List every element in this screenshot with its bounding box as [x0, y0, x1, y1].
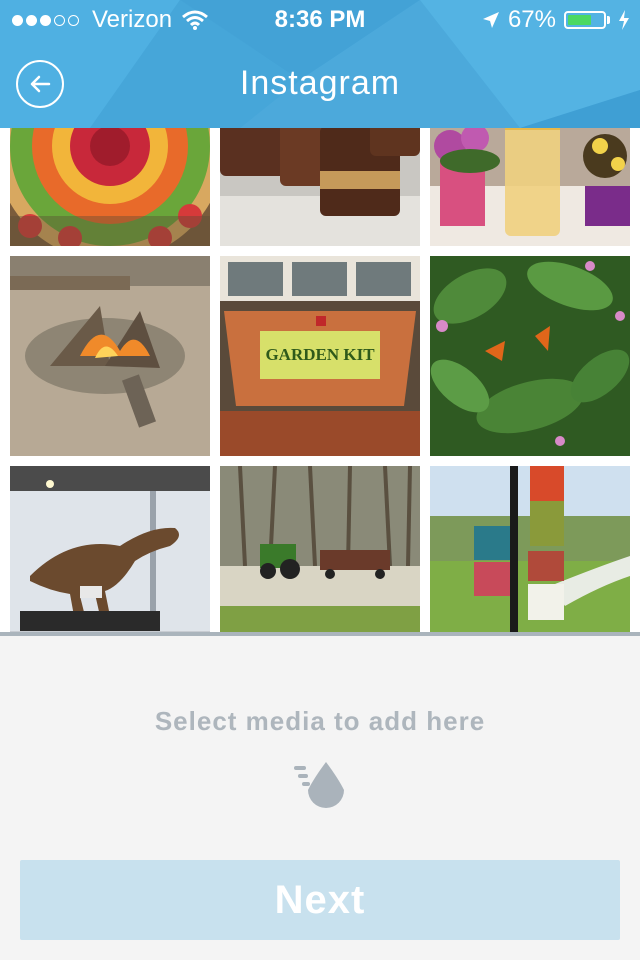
- charging-bolt-icon: [619, 10, 629, 30]
- battery-icon: [564, 11, 610, 29]
- photo-tile[interactable]: [220, 128, 420, 246]
- photo-campfire: [10, 256, 210, 456]
- water-drop-icon: [294, 762, 344, 808]
- status-bar: Verizon 8:36 PM 67%: [0, 0, 640, 40]
- next-button[interactable]: Next: [20, 860, 620, 940]
- photo-tile[interactable]: GARDEN KIT: [220, 256, 420, 456]
- location-arrow-icon: [482, 12, 499, 28]
- battery-percentage: 67%: [507, 6, 556, 33]
- garden-kit-label: GARDEN KIT: [265, 345, 375, 364]
- header: Verizon 8:36 PM 67% Instagram: [0, 0, 640, 128]
- photo-fruit-tart: [10, 128, 210, 246]
- photo-tile[interactable]: [430, 466, 630, 632]
- photo-tractor-hayride: [220, 466, 420, 632]
- navigation-bar: Instagram: [0, 40, 640, 128]
- photo-tile[interactable]: [220, 466, 420, 632]
- photo-tile[interactable]: [430, 256, 630, 456]
- photo-tile[interactable]: [10, 256, 210, 456]
- photo-tile[interactable]: [430, 128, 630, 246]
- selection-panel[interactable]: Select media to add here Next: [0, 636, 640, 960]
- empty-selection-hint: Select media to add here: [154, 706, 486, 736]
- battery-level-fill: [568, 15, 591, 25]
- photo-butterflies-on-plants: [430, 256, 630, 456]
- media-grid: GARDEN KIT: [10, 128, 630, 632]
- photo-dinosaur-exhibit: [10, 466, 210, 632]
- page-title: Instagram: [239, 64, 401, 102]
- media-grid-scroll-area[interactable]: GARDEN KIT: [0, 128, 640, 632]
- photo-tile[interactable]: [10, 128, 210, 246]
- photo-chocolate-bars: [220, 128, 420, 246]
- photo-park-signs: [430, 466, 630, 632]
- photo-tile[interactable]: [10, 466, 210, 632]
- photo-flowers-and-drink: [430, 128, 630, 246]
- photo-garden-kit-box: GARDEN KIT: [220, 256, 420, 456]
